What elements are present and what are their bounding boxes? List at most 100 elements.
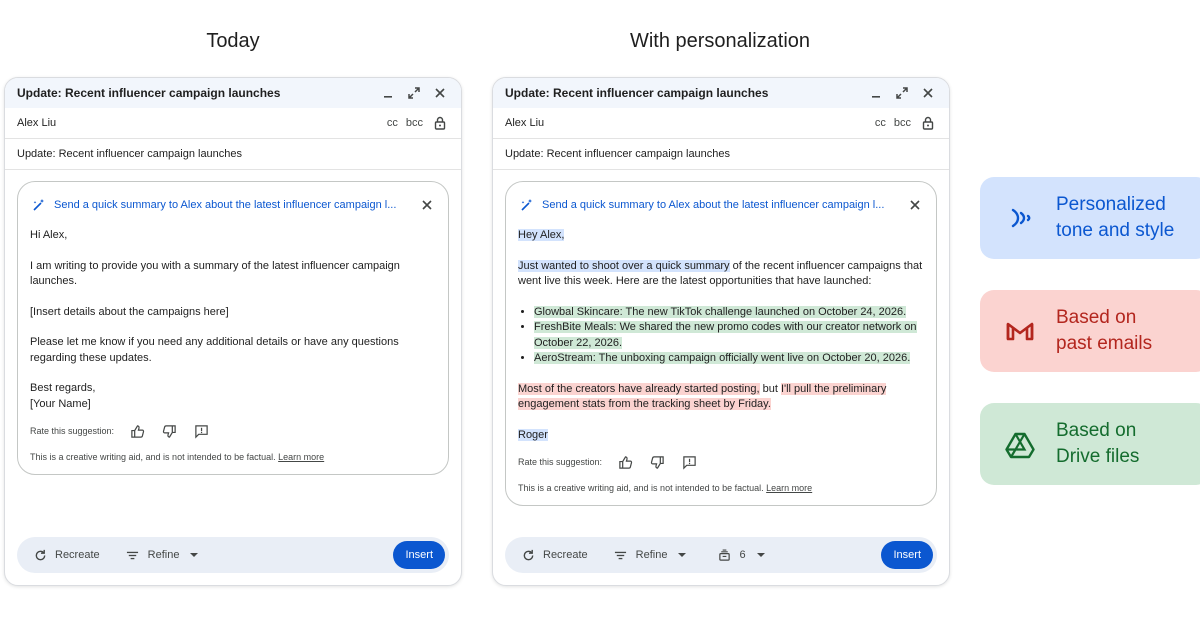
expand-icon[interactable] bbox=[893, 84, 911, 102]
refine-lines-icon bbox=[124, 546, 142, 564]
magic-pen-icon bbox=[30, 196, 48, 214]
draft-paragraph: Please let me know if you need any addit… bbox=[30, 336, 399, 364]
lock-icon[interactable] bbox=[431, 114, 449, 132]
column-title-today: Today bbox=[206, 30, 260, 52]
disclaimer: This is a creative writing aid, and is n… bbox=[30, 452, 436, 462]
compose-title: Update: Recent influencer campaign launc… bbox=[17, 86, 281, 100]
prompt-text[interactable]: Send a quick summary to Alex about the l… bbox=[542, 199, 906, 211]
recreate-button[interactable]: Recreate bbox=[31, 546, 100, 564]
insert-button[interactable]: Insert bbox=[881, 541, 933, 569]
draft-body[interactable]: Hi Alex, I am writing to provide you wit… bbox=[30, 228, 436, 412]
rate-label: Rate this suggestion: bbox=[518, 457, 603, 467]
close-icon[interactable] bbox=[919, 84, 937, 102]
feature-personalized-tone: Personalized tone and style bbox=[980, 177, 1200, 259]
sources-button[interactable]: 6 bbox=[715, 546, 769, 564]
thumbs-down-icon[interactable] bbox=[160, 422, 178, 440]
recipient[interactable]: Alex Liu bbox=[505, 117, 875, 129]
minimize-icon[interactable] bbox=[379, 84, 397, 102]
subject-row[interactable]: Update: Recent influencer campaign launc… bbox=[5, 139, 461, 170]
action-bar: Recreate Refine Insert bbox=[17, 537, 449, 573]
disclaimer-text: This is a creative writing aid, and is n… bbox=[518, 483, 764, 493]
gmail-icon bbox=[1000, 311, 1040, 351]
compose-titlebar: Update: Recent influencer campaign launc… bbox=[493, 78, 949, 108]
close-suggestion-icon[interactable] bbox=[906, 196, 924, 214]
compose-window-personalized: Update: Recent influencer campaign launc… bbox=[492, 77, 950, 586]
insert-button[interactable]: Insert bbox=[393, 541, 445, 569]
close-icon[interactable] bbox=[431, 84, 449, 102]
feature-line: past emails bbox=[1056, 333, 1153, 354]
draft-greeting: Hi Alex, bbox=[30, 229, 68, 241]
drive-highlight: FreshBite Meals: We shared the new promo… bbox=[534, 321, 917, 349]
chevron-down-icon bbox=[185, 546, 203, 564]
sources-count: 6 bbox=[739, 549, 746, 561]
feature-line: Drive files bbox=[1056, 446, 1140, 467]
subject-field[interactable]: Update: Recent influencer campaign launc… bbox=[17, 148, 242, 160]
drive-highlight: AeroStream: The unboxing campaign offici… bbox=[534, 352, 911, 364]
draft-greeting: Hey Alex, bbox=[518, 229, 565, 241]
compose-title: Update: Recent influencer campaign launc… bbox=[505, 86, 769, 100]
learn-more-link[interactable]: Learn more bbox=[766, 483, 812, 493]
suggestion-card: Send a quick summary to Alex about the l… bbox=[505, 181, 937, 506]
subject-field[interactable]: Update: Recent influencer campaign launc… bbox=[505, 148, 730, 160]
refine-lines-icon bbox=[612, 546, 630, 564]
refine-button[interactable]: Refine bbox=[124, 546, 204, 564]
draft-body[interactable]: Hey Alex, Just wanted to shoot over a qu… bbox=[518, 228, 924, 443]
rating-row: Rate this suggestion: bbox=[518, 453, 924, 471]
draft-signoff: Best regards, [Your Name] bbox=[30, 381, 436, 412]
bcc-link[interactable]: bcc bbox=[406, 117, 423, 129]
feature-line: Based on bbox=[1056, 420, 1137, 441]
rating-row: Rate this suggestion: bbox=[30, 422, 436, 440]
drive-icon bbox=[1000, 424, 1040, 464]
cc-link[interactable]: cc bbox=[875, 117, 886, 129]
disclaimer-text: This is a creative writing aid, and is n… bbox=[30, 452, 276, 462]
feedback-icon[interactable] bbox=[680, 453, 698, 471]
close-suggestion-icon[interactable] bbox=[418, 196, 436, 214]
magic-pen-icon bbox=[518, 196, 536, 214]
feature-drive-files: Based on Drive files bbox=[980, 403, 1200, 485]
lock-icon[interactable] bbox=[919, 114, 937, 132]
draft-paragraph: [Insert details about the campaigns here… bbox=[30, 305, 229, 318]
prompt-row: Send a quick summary to Alex about the l… bbox=[30, 196, 436, 214]
refresh-icon bbox=[519, 546, 537, 564]
feature-line: tone and style bbox=[1056, 220, 1175, 241]
minimize-icon[interactable] bbox=[867, 84, 885, 102]
refine-label: Refine bbox=[147, 549, 180, 561]
paragraph-text: but bbox=[759, 382, 781, 395]
chevron-down-icon bbox=[673, 546, 691, 564]
rate-label: Rate this suggestion: bbox=[30, 426, 115, 436]
recipient[interactable]: Alex Liu bbox=[17, 117, 387, 129]
draft-paragraph: Most of the creators have already starte… bbox=[518, 382, 924, 413]
disclaimer: This is a creative writing aid, and is n… bbox=[518, 483, 924, 493]
compose-window-today: Update: Recent influencer campaign launc… bbox=[4, 77, 462, 586]
refine-button[interactable]: Refine bbox=[612, 546, 692, 564]
bcc-link[interactable]: bcc bbox=[894, 117, 911, 129]
subject-row[interactable]: Update: Recent influencer campaign launc… bbox=[493, 139, 949, 170]
thumbs-up-icon[interactable] bbox=[128, 422, 146, 440]
to-row[interactable]: Alex Liu cc bcc bbox=[5, 108, 461, 139]
expand-icon[interactable] bbox=[405, 84, 423, 102]
action-bar: Recreate Refine 6 Insert bbox=[505, 537, 937, 573]
feature-line: Based on bbox=[1056, 307, 1137, 328]
feature-past-emails: Based on past emails bbox=[980, 290, 1200, 372]
column-title-personalization: With personalization bbox=[629, 30, 811, 52]
prompt-text[interactable]: Send a quick summary to Alex about the l… bbox=[54, 199, 418, 211]
to-row[interactable]: Alex Liu cc bcc bbox=[493, 108, 949, 139]
feedback-icon[interactable] bbox=[192, 422, 210, 440]
feature-line: Personalized bbox=[1056, 194, 1166, 215]
sources-stack-icon bbox=[715, 546, 733, 564]
thumbs-up-icon[interactable] bbox=[616, 453, 634, 471]
draft-paragraph: Just wanted to shoot over a quick summar… bbox=[518, 259, 924, 290]
drive-highlight: Glowbal Skincare: The new TikTok challen… bbox=[534, 305, 907, 318]
cc-link[interactable]: cc bbox=[387, 117, 398, 129]
refresh-icon bbox=[31, 546, 49, 564]
signoff-line: Best regards, bbox=[30, 382, 96, 394]
recreate-button[interactable]: Recreate bbox=[519, 546, 588, 564]
draft-signoff: Roger bbox=[518, 428, 548, 441]
list-item: FreshBite Meals: We shared the new promo… bbox=[534, 320, 924, 351]
suggestion-card: Send a quick summary to Alex about the l… bbox=[17, 181, 449, 475]
learn-more-link[interactable]: Learn more bbox=[278, 452, 324, 462]
thumbs-down-icon[interactable] bbox=[648, 453, 666, 471]
campaign-list: Glowbal Skincare: The new TikTok challen… bbox=[518, 305, 924, 367]
prompt-row: Send a quick summary to Alex about the l… bbox=[518, 196, 924, 214]
refine-label: Refine bbox=[635, 549, 668, 561]
